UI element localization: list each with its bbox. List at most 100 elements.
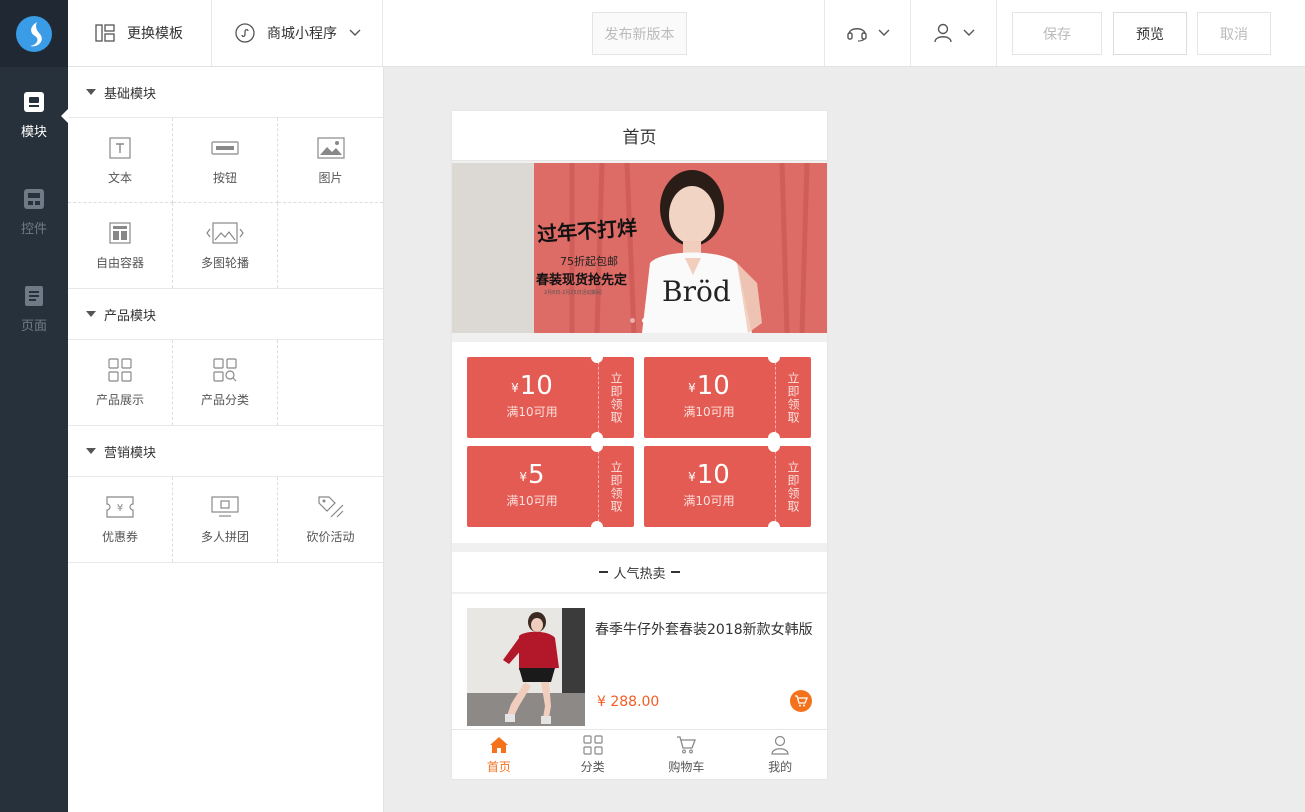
module-icon	[23, 91, 45, 113]
module-text[interactable]: 文本	[68, 118, 173, 203]
banner-tagline: 春装现货抢先定	[536, 273, 628, 288]
coupon-notch	[591, 440, 603, 452]
chevron-down-icon	[878, 29, 890, 36]
claim-coupon-button[interactable]: 立即领取	[775, 357, 811, 438]
nav-item-widget[interactable]: 控件	[0, 164, 68, 261]
coupon-notch	[768, 351, 780, 363]
preview-button[interactable]: 预览	[1113, 12, 1187, 55]
module-product-display[interactable]: 产品展示	[68, 340, 173, 425]
cart-icon	[795, 695, 808, 707]
claim-coupon-button[interactable]: 立即领取	[598, 446, 634, 527]
nav-item-page[interactable]: 页面	[0, 261, 68, 358]
currency-symbol: ¥	[688, 470, 696, 484]
title-dash	[670, 571, 680, 573]
module-container[interactable]: 自由容器	[68, 203, 173, 288]
divider	[824, 0, 825, 66]
section-title: 基础模块	[104, 86, 157, 102]
coupon-card[interactable]: ¥10 满10可用 立即领取	[644, 351, 811, 444]
app-select-dropdown[interactable]: 商城小程序	[235, 0, 361, 66]
coupon-card[interactable]: ¥10 满10可用 立即领取	[644, 440, 811, 533]
section-header-basic[interactable]: 基础模块	[68, 67, 383, 118]
divider	[996, 0, 997, 66]
nav-item-module[interactable]: 模块	[0, 67, 68, 164]
module-label: 产品展示	[95, 393, 144, 407]
text-icon	[109, 135, 131, 161]
svg-text:¥: ¥	[117, 503, 123, 514]
coupon-notch	[591, 351, 603, 363]
empty-cell	[278, 203, 383, 288]
coupon-value: 10	[696, 460, 730, 490]
add-to-cart-button[interactable]	[790, 690, 812, 712]
product-photo	[467, 608, 585, 726]
carousel-dot[interactable]	[630, 318, 635, 323]
app-logo[interactable]	[0, 0, 68, 67]
carousel-dot-active[interactable]	[642, 318, 647, 323]
product-name[interactable]: 春季牛仔外套春装2018新款女韩版	[595, 620, 817, 640]
banner-image	[452, 163, 827, 333]
module-label: 多人拼团	[200, 530, 249, 544]
empty-cell	[278, 340, 383, 425]
currency-symbol: ¥	[511, 381, 519, 395]
save-button[interactable]: 保存	[1012, 12, 1102, 55]
module-grid-marketing: ¥ 优惠券 多人拼团 砍价活动	[68, 477, 383, 563]
coupon-card[interactable]: ¥10 满10可用 立即领取	[467, 351, 634, 444]
module-button[interactable]: 按钮	[173, 118, 278, 203]
hot-title: 人气热卖	[613, 566, 666, 582]
change-template-button[interactable]: 更换模板	[95, 0, 183, 66]
section-header-product[interactable]: 产品模块	[68, 289, 383, 340]
coupon-card[interactable]: ¥5 满10可用 立即领取	[467, 440, 634, 533]
headset-icon	[847, 28, 867, 42]
module-grid-basic: 文本 按钮 图片 自由容器 多图轮播	[68, 118, 383, 289]
coupon-amount: ¥5	[467, 460, 597, 490]
tab-label: 分类	[580, 759, 605, 774]
section-title: 营销模块	[104, 445, 157, 461]
claim-coupon-button[interactable]: 立即领取	[598, 357, 634, 438]
claim-coupon-button[interactable]: 立即领取	[775, 446, 811, 527]
account-dropdown[interactable]	[933, 0, 975, 66]
image-icon	[316, 135, 345, 161]
caret-down-icon	[86, 311, 96, 322]
module-coupon[interactable]: ¥ 优惠券	[68, 477, 173, 562]
product-image[interactable]	[467, 608, 585, 726]
section-header-marketing[interactable]: 营销模块	[68, 426, 383, 477]
module-label: 优惠券	[101, 530, 138, 544]
module-label: 砍价活动	[306, 530, 355, 544]
currency-symbol: ¥	[519, 470, 528, 484]
coupon-value: 5	[528, 460, 545, 490]
coupon-value: 10	[519, 371, 553, 401]
coupon-amount: ¥10	[644, 460, 774, 490]
coupon-amount: ¥10	[644, 371, 774, 401]
tab-category[interactable]: 分类	[546, 730, 640, 779]
coupon-amount: ¥10	[467, 371, 597, 401]
page-icon	[23, 285, 45, 307]
publish-version-button[interactable]: 发布新版本	[592, 12, 687, 55]
section-title-hot: 人气热卖	[452, 552, 827, 593]
caret-down-icon	[86, 448, 96, 459]
tab-cart[interactable]: 购物车	[640, 730, 734, 779]
banner-carousel[interactable]: 过年不打烊 75折起包邮 春装现货抢先定 2月8日-2月25日活动期间 Bröd	[452, 163, 827, 333]
module-label: 图片	[318, 170, 343, 185]
nav-label: 控件	[20, 222, 47, 237]
coupon-condition: 满10可用	[506, 405, 558, 419]
coupon-notch	[768, 440, 780, 452]
tab-home[interactable]: 首页	[452, 730, 546, 779]
product-category-icon	[213, 357, 237, 383]
module-bargain[interactable]: 砍价活动	[278, 477, 383, 562]
module-image[interactable]: 图片	[278, 118, 383, 203]
product-grid-icon	[108, 357, 132, 383]
support-dropdown[interactable]	[846, 0, 890, 66]
tab-mine[interactable]: 我的	[733, 730, 827, 779]
user-icon	[771, 735, 789, 755]
left-nav: 模块 控件 页面	[0, 0, 68, 812]
product-card[interactable]: 春季牛仔外套春装2018新款女韩版 ¥ 288.00	[452, 594, 827, 729]
button-icon	[211, 135, 239, 161]
user-icon	[934, 23, 952, 43]
cancel-button[interactable]: 取消	[1197, 12, 1271, 55]
bottom-tab-bar: 首页 分类 购物车 我的	[452, 729, 827, 779]
change-template-label: 更换模板	[127, 26, 183, 42]
module-carousel[interactable]: 多图轮播	[173, 203, 278, 288]
module-group-buy[interactable]: 多人拼团	[173, 477, 278, 562]
coupon-icon: ¥	[106, 494, 134, 520]
widget-icon	[23, 188, 45, 210]
module-product-category[interactable]: 产品分类	[173, 340, 278, 425]
